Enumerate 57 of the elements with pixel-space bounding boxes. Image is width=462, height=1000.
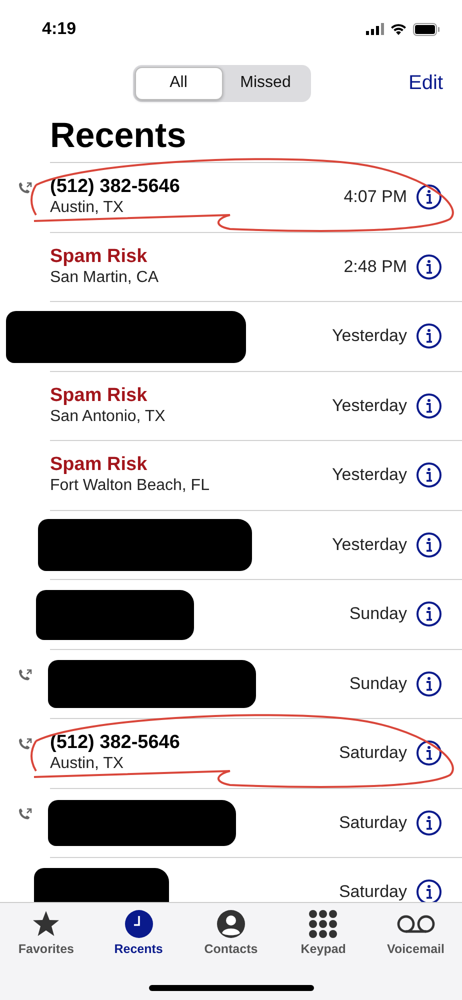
info-icon (416, 601, 442, 628)
call-time: Sunday (349, 604, 407, 624)
caller-location: San Martin, CA (50, 268, 160, 288)
edit-button[interactable]: Edit (408, 72, 443, 94)
keypad-icon (308, 909, 338, 939)
call-time: Yesterday (332, 326, 407, 346)
info-button[interactable] (416, 462, 442, 488)
caller-name: Spam Risk (50, 246, 148, 268)
segment-tab[interactable]: Missed (222, 66, 308, 100)
info-button[interactable] (416, 601, 442, 628)
tab-bar-item[interactable]: Keypad (288, 909, 358, 956)
call-time: Yesterday (332, 534, 407, 555)
call-time: Saturday (338, 812, 407, 833)
info-button[interactable] (416, 532, 442, 558)
call-time: 4:07 PM (344, 187, 407, 208)
battery-icon (413, 22, 440, 36)
wifi-icon (390, 23, 407, 35)
call-time: Saturday (338, 882, 407, 902)
info-icon (416, 740, 442, 766)
call-time: Sunday (349, 674, 407, 694)
tab-bar-item[interactable]: Voicemail (380, 909, 451, 956)
call-time: Yesterday (332, 465, 407, 486)
caller-location: Austin, TX (50, 754, 125, 774)
caller-number: (512) 382-5646 (50, 732, 181, 754)
info-icon (416, 462, 442, 488)
call-time: 2:48 PM (344, 256, 407, 277)
call-time: Yesterday (332, 396, 407, 416)
clock-icon (124, 909, 154, 939)
call-time: Saturday (338, 743, 407, 764)
info-icon (416, 254, 442, 280)
tab-bar-item[interactable]: Recents (104, 909, 174, 956)
caller-number: (512) 382-5646 (50, 176, 181, 198)
info-button[interactable] (416, 392, 442, 419)
info-icon (416, 532, 442, 558)
segment-tab[interactable]: All (134, 66, 222, 100)
info-button[interactable] (416, 323, 442, 350)
info-icon (416, 670, 442, 697)
info-button[interactable] (416, 740, 442, 766)
info-button[interactable] (416, 254, 442, 280)
page-title: Recents (50, 115, 186, 157)
tab-bar-item[interactable]: Contacts (196, 909, 266, 956)
person-icon (216, 909, 246, 939)
signal-icon (366, 23, 384, 35)
status-time: 4:19 (42, 19, 76, 39)
info-icon (416, 392, 442, 419)
tab-bar-item[interactable]: Favorites (11, 909, 82, 956)
caller-location: San Antonio, TX (50, 406, 166, 427)
info-button[interactable] (416, 670, 442, 697)
info-icon (416, 184, 442, 210)
info-button[interactable] (416, 184, 442, 210)
caller-location: Austin, TX (50, 198, 125, 218)
info-button[interactable] (416, 810, 442, 836)
caller-name: Spam Risk (50, 454, 148, 476)
info-icon (416, 323, 442, 350)
caller-location: Fort Walton Beach, FL (50, 476, 210, 496)
info-icon (416, 810, 442, 836)
caller-name: Spam Risk (50, 384, 148, 407)
